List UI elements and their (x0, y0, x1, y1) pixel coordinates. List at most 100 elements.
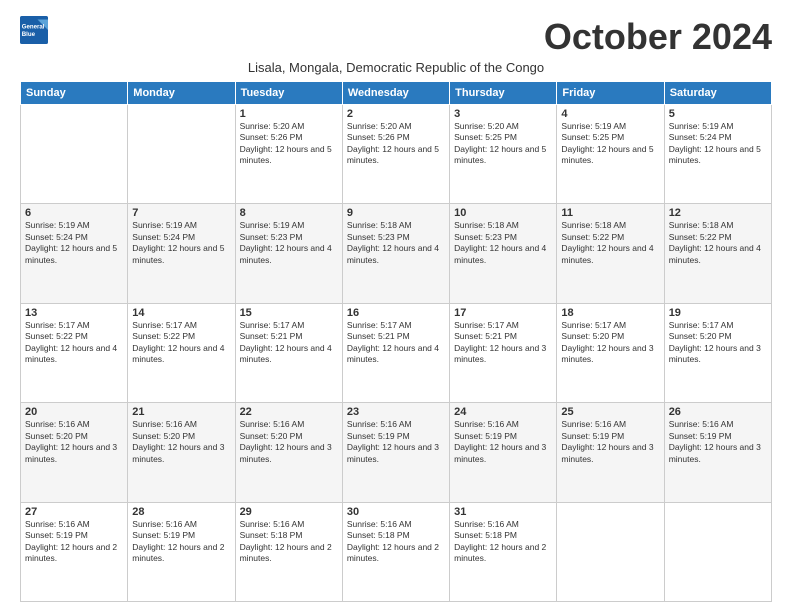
calendar-cell: 28Sunrise: 5:16 AM Sunset: 5:19 PM Dayli… (128, 502, 235, 601)
day-header-friday: Friday (557, 82, 664, 105)
day-header-monday: Monday (128, 82, 235, 105)
month-title: October 2024 (544, 16, 772, 58)
day-header-tuesday: Tuesday (235, 82, 342, 105)
calendar-cell: 15Sunrise: 5:17 AM Sunset: 5:21 PM Dayli… (235, 303, 342, 402)
day-number: 14 (132, 307, 230, 319)
day-number: 26 (669, 406, 767, 418)
calendar-cell: 3Sunrise: 5:20 AM Sunset: 5:25 PM Daylig… (450, 105, 557, 204)
logo-icon: General Blue (20, 16, 48, 44)
day-number: 1 (240, 108, 338, 120)
calendar-cell: 22Sunrise: 5:16 AM Sunset: 5:20 PM Dayli… (235, 403, 342, 502)
day-header-sunday: Sunday (21, 82, 128, 105)
calendar-cell: 21Sunrise: 5:16 AM Sunset: 5:20 PM Dayli… (128, 403, 235, 502)
calendar-cell: 9Sunrise: 5:18 AM Sunset: 5:23 PM Daylig… (342, 204, 449, 303)
calendar-cell: 7Sunrise: 5:19 AM Sunset: 5:24 PM Daylig… (128, 204, 235, 303)
cell-text: Sunrise: 5:19 AM Sunset: 5:24 PM Dayligh… (25, 220, 123, 266)
calendar-cell: 20Sunrise: 5:16 AM Sunset: 5:20 PM Dayli… (21, 403, 128, 502)
day-number: 6 (25, 207, 123, 219)
day-number: 28 (132, 506, 230, 518)
cell-text: Sunrise: 5:16 AM Sunset: 5:19 PM Dayligh… (561, 419, 659, 465)
calendar-cell: 19Sunrise: 5:17 AM Sunset: 5:20 PM Dayli… (664, 303, 771, 402)
week-row-2: 13Sunrise: 5:17 AM Sunset: 5:22 PM Dayli… (21, 303, 772, 402)
cell-text: Sunrise: 5:19 AM Sunset: 5:25 PM Dayligh… (561, 121, 659, 167)
calendar-cell: 10Sunrise: 5:18 AM Sunset: 5:23 PM Dayli… (450, 204, 557, 303)
cell-text: Sunrise: 5:17 AM Sunset: 5:21 PM Dayligh… (347, 320, 445, 366)
calendar-cell: 16Sunrise: 5:17 AM Sunset: 5:21 PM Dayli… (342, 303, 449, 402)
day-header-wednesday: Wednesday (342, 82, 449, 105)
header: General Blue October 2024 (20, 16, 772, 58)
day-number: 19 (669, 307, 767, 319)
cell-text: Sunrise: 5:18 AM Sunset: 5:22 PM Dayligh… (669, 220, 767, 266)
cell-text: Sunrise: 5:16 AM Sunset: 5:19 PM Dayligh… (347, 419, 445, 465)
day-number: 21 (132, 406, 230, 418)
calendar-cell: 13Sunrise: 5:17 AM Sunset: 5:22 PM Dayli… (21, 303, 128, 402)
day-number: 24 (454, 406, 552, 418)
day-number: 25 (561, 406, 659, 418)
page: General Blue October 2024 Lisala, Mongal… (0, 0, 792, 612)
calendar-cell: 14Sunrise: 5:17 AM Sunset: 5:22 PM Dayli… (128, 303, 235, 402)
cell-text: Sunrise: 5:16 AM Sunset: 5:19 PM Dayligh… (25, 519, 123, 565)
calendar-cell (664, 502, 771, 601)
day-header-thursday: Thursday (450, 82, 557, 105)
day-number: 20 (25, 406, 123, 418)
calendar-cell: 12Sunrise: 5:18 AM Sunset: 5:22 PM Dayli… (664, 204, 771, 303)
svg-text:Blue: Blue (22, 31, 36, 38)
day-number: 17 (454, 307, 552, 319)
calendar-cell (128, 105, 235, 204)
day-number: 8 (240, 207, 338, 219)
calendar-cell: 24Sunrise: 5:16 AM Sunset: 5:19 PM Dayli… (450, 403, 557, 502)
cell-text: Sunrise: 5:17 AM Sunset: 5:20 PM Dayligh… (669, 320, 767, 366)
calendar-cell: 27Sunrise: 5:16 AM Sunset: 5:19 PM Dayli… (21, 502, 128, 601)
day-number: 31 (454, 506, 552, 518)
cell-text: Sunrise: 5:16 AM Sunset: 5:19 PM Dayligh… (454, 419, 552, 465)
day-number: 2 (347, 108, 445, 120)
day-number: 29 (240, 506, 338, 518)
cell-text: Sunrise: 5:16 AM Sunset: 5:19 PM Dayligh… (132, 519, 230, 565)
cell-text: Sunrise: 5:16 AM Sunset: 5:18 PM Dayligh… (347, 519, 445, 565)
calendar-cell: 25Sunrise: 5:16 AM Sunset: 5:19 PM Dayli… (557, 403, 664, 502)
cell-text: Sunrise: 5:19 AM Sunset: 5:23 PM Dayligh… (240, 220, 338, 266)
calendar-cell: 8Sunrise: 5:19 AM Sunset: 5:23 PM Daylig… (235, 204, 342, 303)
calendar-cell: 4Sunrise: 5:19 AM Sunset: 5:25 PM Daylig… (557, 105, 664, 204)
calendar-cell (21, 105, 128, 204)
cell-text: Sunrise: 5:16 AM Sunset: 5:19 PM Dayligh… (669, 419, 767, 465)
day-header-saturday: Saturday (664, 82, 771, 105)
svg-text:General: General (22, 23, 45, 30)
day-number: 9 (347, 207, 445, 219)
calendar-cell: 2Sunrise: 5:20 AM Sunset: 5:26 PM Daylig… (342, 105, 449, 204)
cell-text: Sunrise: 5:17 AM Sunset: 5:21 PM Dayligh… (454, 320, 552, 366)
day-number: 23 (347, 406, 445, 418)
day-number: 3 (454, 108, 552, 120)
cell-text: Sunrise: 5:17 AM Sunset: 5:20 PM Dayligh… (561, 320, 659, 366)
subtitle: Lisala, Mongala, Democratic Republic of … (20, 60, 772, 75)
day-number: 15 (240, 307, 338, 319)
day-number: 27 (25, 506, 123, 518)
day-headers-row: SundayMondayTuesdayWednesdayThursdayFrid… (21, 82, 772, 105)
cell-text: Sunrise: 5:19 AM Sunset: 5:24 PM Dayligh… (132, 220, 230, 266)
day-number: 30 (347, 506, 445, 518)
day-number: 16 (347, 307, 445, 319)
cell-text: Sunrise: 5:17 AM Sunset: 5:22 PM Dayligh… (25, 320, 123, 366)
day-number: 12 (669, 207, 767, 219)
cell-text: Sunrise: 5:17 AM Sunset: 5:21 PM Dayligh… (240, 320, 338, 366)
week-row-0: 1Sunrise: 5:20 AM Sunset: 5:26 PM Daylig… (21, 105, 772, 204)
cell-text: Sunrise: 5:18 AM Sunset: 5:22 PM Dayligh… (561, 220, 659, 266)
week-row-3: 20 Sunrise: 5:16 AM Sunset: 5:20 PM Dayli… (21, 403, 772, 502)
cell-text: Sunrise: 5:18 AM Sunset: 5:23 PM Dayligh… (454, 220, 552, 266)
day-number: 11 (561, 207, 659, 219)
calendar-cell: 29Sunrise: 5:16 AM Sunset: 5:18 PM Dayli… (235, 502, 342, 601)
cell-text: Sunrise: 5:19 AM Sunset: 5:24 PM Dayligh… (669, 121, 767, 167)
cell-text: Sunrise: 5:20 AM Sunset: 5:25 PM Dayligh… (454, 121, 552, 167)
cell-text: Sunrise: 5:18 AM Sunset: 5:23 PM Dayligh… (347, 220, 445, 266)
week-row-1: 6Sunrise: 5:19 AM Sunset: 5:24 PM Daylig… (21, 204, 772, 303)
cell-text: Sunrise: 5:16 AM Sunset: 5:18 PM Dayligh… (240, 519, 338, 565)
week-row-4: 27Sunrise: 5:16 AM Sunset: 5:19 PM Dayli… (21, 502, 772, 601)
calendar-cell: 6Sunrise: 5:19 AM Sunset: 5:24 PM Daylig… (21, 204, 128, 303)
calendar-cell: 30Sunrise: 5:16 AM Sunset: 5:18 PM Dayli… (342, 502, 449, 601)
calendar-cell: 11Sunrise: 5:18 AM Sunset: 5:22 PM Dayli… (557, 204, 664, 303)
logo-area: General Blue (20, 16, 48, 44)
day-number: 4 (561, 108, 659, 120)
cell-text: Sunrise: 5:17 AM Sunset: 5:22 PM Dayligh… (132, 320, 230, 366)
cell-text: Sunrise: 5:16 AM Sunset: 5:20 PM Dayligh… (240, 419, 338, 465)
calendar-cell (557, 502, 664, 601)
